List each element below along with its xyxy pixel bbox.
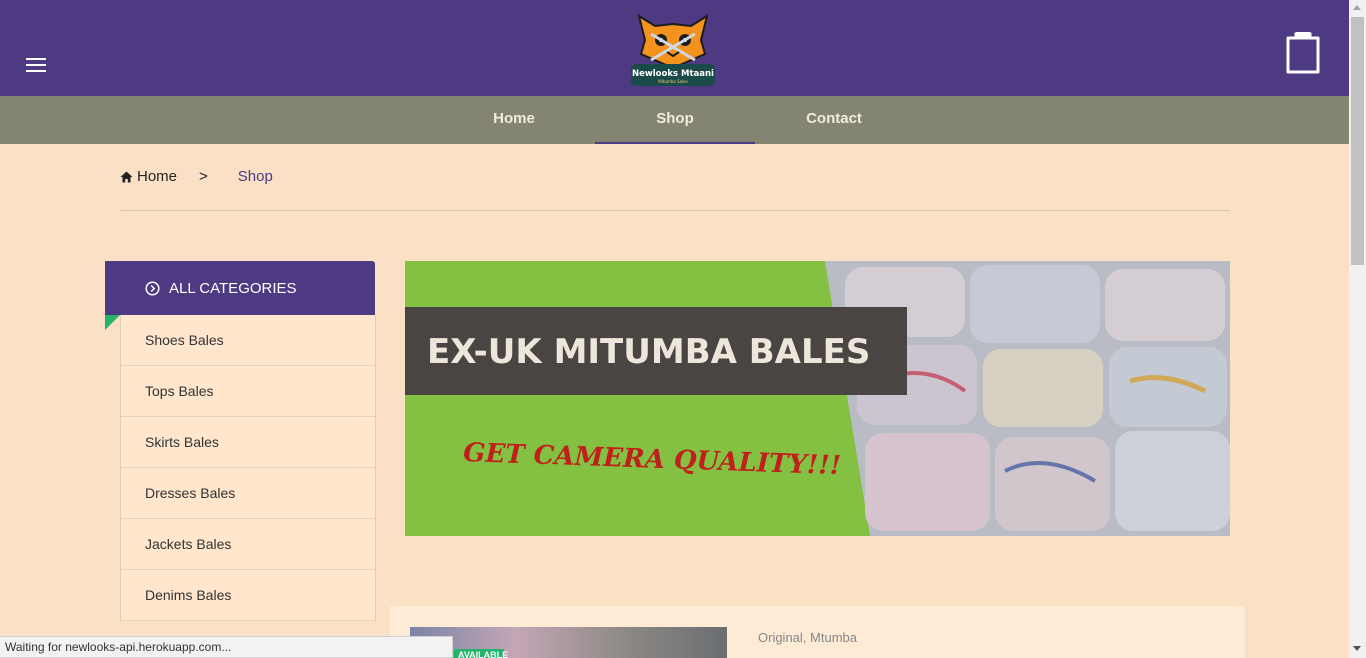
category-jackets-bales[interactable]: Jackets Bales [121,519,375,570]
scroll-down-arrow-icon[interactable] [1353,646,1361,651]
logo-name: Newlooks Mtaani [632,69,714,79]
all-categories-header[interactable]: ALL CATEGORIES [105,261,375,315]
category-denims-bales[interactable]: Denims Bales [121,570,375,621]
nav-shop[interactable]: Shop [595,96,755,144]
breadcrumb-separator: > [199,168,208,185]
shopping-bag-icon[interactable] [1284,28,1322,74]
category-skirts-bales[interactable]: Skirts Bales [121,417,375,468]
all-categories-label: ALL CATEGORIES [169,279,297,297]
product-tags[interactable]: Original, Mtumba [758,630,857,645]
vertical-scrollbar[interactable] [1349,0,1366,658]
product-image[interactable]: AVAILABLE [410,627,727,658]
category-list: Shoes Bales Tops Bales Skirts Bales Dres… [120,315,376,621]
divider [120,210,1230,211]
banner-graphic: EX-UK MITUMBA BALES GET CAMERA QUALITY!!… [405,261,1230,536]
scroll-up-arrow-icon[interactable] [1353,5,1361,10]
category-tops-bales[interactable]: Tops Bales [121,366,375,417]
breadcrumb-current: Shop [237,168,273,185]
browser-status-bar: Waiting for newlooks-api.herokuapp.com..… [0,636,453,658]
home-icon [120,171,133,182]
site-logo[interactable]: Newlooks Mtaani Mitumba Sales [629,10,717,88]
ribbon-fold [105,315,120,330]
cat-mascot-logo: Newlooks Mtaani Mitumba Sales [631,13,715,86]
scrollbar-thumb[interactable] [1351,17,1364,265]
site-header: Newlooks Mtaani Mitumba Sales [0,0,1349,96]
banner-headline: EX-UK MITUMBA BALES [427,332,870,372]
logo-tagline: Mitumba Sales [658,79,687,84]
circle-chevron-right-icon [145,280,160,296]
breadcrumb-home-label: Home [137,168,178,185]
breadcrumb: Home > Shop [120,168,273,185]
breadcrumb-home[interactable]: Home [120,168,177,185]
hamburger-menu-icon[interactable] [26,58,46,72]
nav-contact[interactable]: Contact [754,96,914,144]
main-nav: Home Shop Contact [0,96,1349,144]
category-dresses-bales[interactable]: Dresses Bales [121,468,375,519]
promo-banner[interactable]: EX-UK MITUMBA BALES GET CAMERA QUALITY!!… [405,261,1230,536]
availability-badge: AVAILABLE [454,649,508,658]
nav-home[interactable]: Home [434,96,594,144]
category-shoes-bales[interactable]: Shoes Bales [121,315,375,366]
